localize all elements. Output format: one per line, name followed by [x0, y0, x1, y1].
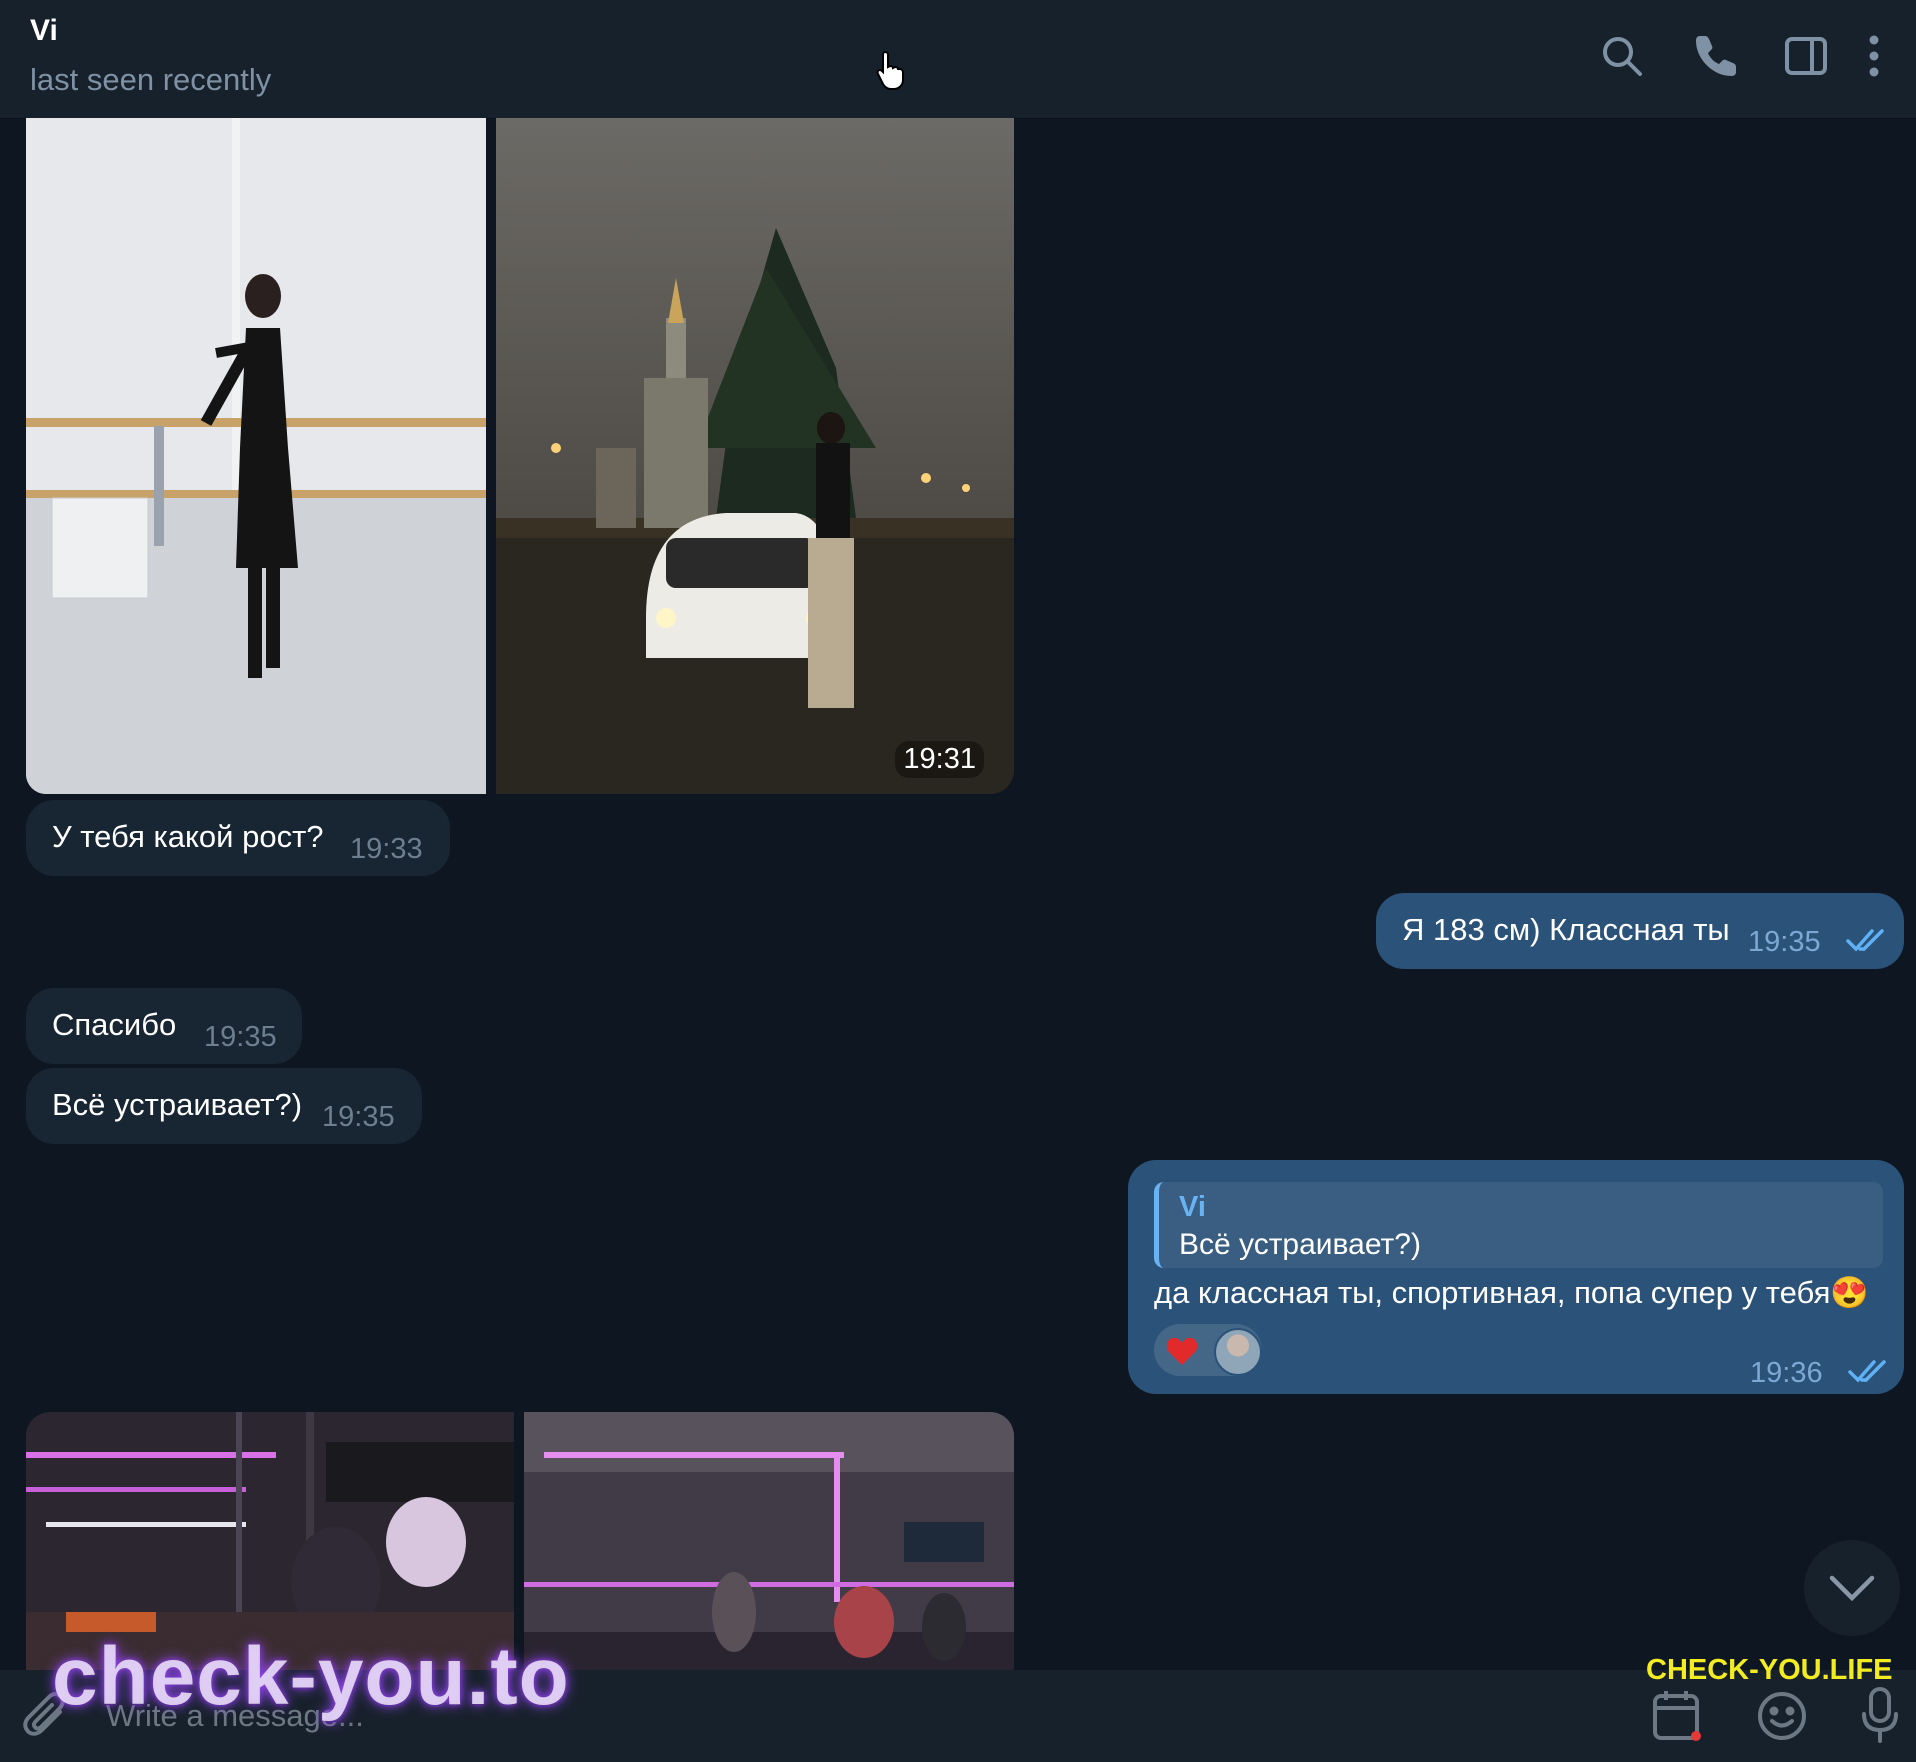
- mouse-cursor-icon: [876, 50, 904, 90]
- message-time: 19:36: [1750, 1357, 1823, 1389]
- message-list[interactable]: 19:31 У тебя какой рост? 19:33 Я 183 см)…: [0, 118, 1916, 1670]
- more-vertical-icon[interactable]: [1862, 32, 1886, 80]
- photo-album-time: 19:31: [895, 741, 984, 778]
- message-text: Спасибо: [52, 1007, 177, 1042]
- message-composer: [0, 1670, 1916, 1762]
- double-check-icon: [1848, 1360, 1886, 1383]
- emoji-icon[interactable]: [1756, 1690, 1808, 1742]
- reply-preview[interactable]: Vi Всё устраивает?): [1154, 1182, 1883, 1268]
- message-incoming[interactable]: Спасибо 19:35: [26, 988, 302, 1064]
- reply-author: Vi: [1179, 1191, 1206, 1223]
- scroll-to-bottom-button[interactable]: [1804, 1540, 1900, 1636]
- chat-status: last seen recently: [30, 62, 272, 97]
- message-text: Я 183 см) Классная ты: [1402, 912, 1730, 947]
- photo-gym-2[interactable]: [524, 1412, 1014, 1670]
- reaction-chip[interactable]: [1154, 1324, 1262, 1376]
- double-check-icon: [1846, 929, 1884, 952]
- reaction-avatar: [1214, 1328, 1262, 1376]
- phone-icon[interactable]: [1692, 32, 1740, 80]
- message-input[interactable]: [104, 1690, 1608, 1742]
- message-incoming[interactable]: У тебя какой рост? 19:33: [26, 800, 450, 876]
- chevron-down-icon: [1829, 1575, 1875, 1602]
- calendar-icon[interactable]: [1652, 1688, 1702, 1744]
- sidebar-toggle-icon[interactable]: [1782, 32, 1830, 80]
- photo-gym-1[interactable]: [26, 1412, 514, 1670]
- message-text: Всё устраивает?): [52, 1087, 303, 1122]
- message-time: 19:35: [1748, 926, 1821, 958]
- message-outgoing-reply[interactable]: Vi Всё устраивает?) да классная ты, спор…: [1128, 1160, 1904, 1394]
- photo-ballet[interactable]: [26, 118, 486, 794]
- message-outgoing[interactable]: Я 183 см) Классная ты 19:35: [1376, 893, 1904, 969]
- message-time: 19:33: [350, 833, 423, 865]
- photo-car-night[interactable]: 19:31: [496, 118, 1014, 794]
- message-time: 19:35: [204, 1021, 277, 1053]
- paperclip-icon[interactable]: [22, 1690, 70, 1742]
- message-text: да классная ты, спортивная, попа супер у…: [1154, 1275, 1869, 1310]
- chat-title[interactable]: Vi: [30, 14, 58, 48]
- search-icon[interactable]: [1598, 32, 1646, 80]
- chat-header: Vi last seen recently: [0, 0, 1916, 119]
- microphone-icon[interactable]: [1860, 1686, 1900, 1744]
- heart-icon: [1166, 1337, 1198, 1365]
- message-text: У тебя какой рост?: [52, 819, 324, 854]
- reply-text: Всё устраивает?): [1179, 1228, 1421, 1261]
- message-time: 19:35: [322, 1101, 395, 1133]
- message-incoming[interactable]: Всё устраивает?) 19:35: [26, 1068, 422, 1144]
